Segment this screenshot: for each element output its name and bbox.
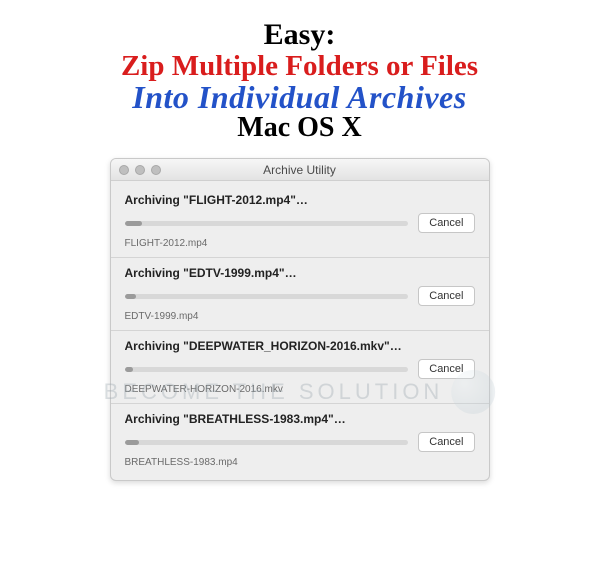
progress-fill [125, 440, 139, 445]
window-titlebar: Archive Utility [111, 159, 489, 181]
archive-row: Archiving "FLIGHT-2012.mp4"… Cancel FLIG… [111, 185, 489, 258]
archive-label: Archiving "EDTV-1999.mp4"… [125, 266, 475, 280]
cancel-button[interactable]: Cancel [418, 286, 474, 306]
archive-row: Archiving "EDTV-1999.mp4"… Cancel EDTV-1… [111, 258, 489, 331]
progress-bar [125, 221, 409, 226]
progress-fill [125, 367, 134, 372]
progress-bar [125, 294, 409, 299]
progress-bar [125, 367, 409, 372]
archive-row: Archiving "DEEPWATER_HORIZON-2016.mkv"… … [111, 331, 489, 404]
archive-label: Archiving "DEEPWATER_HORIZON-2016.mkv"… [125, 339, 475, 353]
cancel-button[interactable]: Cancel [418, 213, 474, 233]
archive-filename: DEEPWATER-HORIZON-2016.mkv [125, 384, 475, 395]
archive-label: Archiving "FLIGHT-2012.mp4"… [125, 193, 475, 207]
progress-bar [125, 440, 409, 445]
title-line-4: Mac OS X [0, 112, 599, 144]
archive-filename: FLIGHT-2012.mp4 [125, 238, 475, 249]
page-header: Easy: Zip Multiple Folders or Files Into… [0, 0, 599, 152]
title-line-1: Easy: [0, 18, 599, 52]
window-title: Archive Utility [111, 163, 489, 177]
archive-utility-window: Archive Utility Archiving "FLIGHT-2012.m… [110, 158, 490, 481]
archive-row: Archiving "BREATHLESS-1983.mp4"… Cancel … [111, 404, 489, 476]
title-line-3: Into Individual Archives [0, 79, 599, 116]
cancel-button[interactable]: Cancel [418, 359, 474, 379]
window-content: Archiving "FLIGHT-2012.mp4"… Cancel FLIG… [111, 181, 489, 480]
archive-label: Archiving "BREATHLESS-1983.mp4"… [125, 412, 475, 426]
archive-filename: EDTV-1999.mp4 [125, 311, 475, 322]
archive-filename: BREATHLESS-1983.mp4 [125, 457, 475, 468]
progress-fill [125, 294, 136, 299]
progress-fill [125, 221, 142, 226]
cancel-button[interactable]: Cancel [418, 432, 474, 452]
